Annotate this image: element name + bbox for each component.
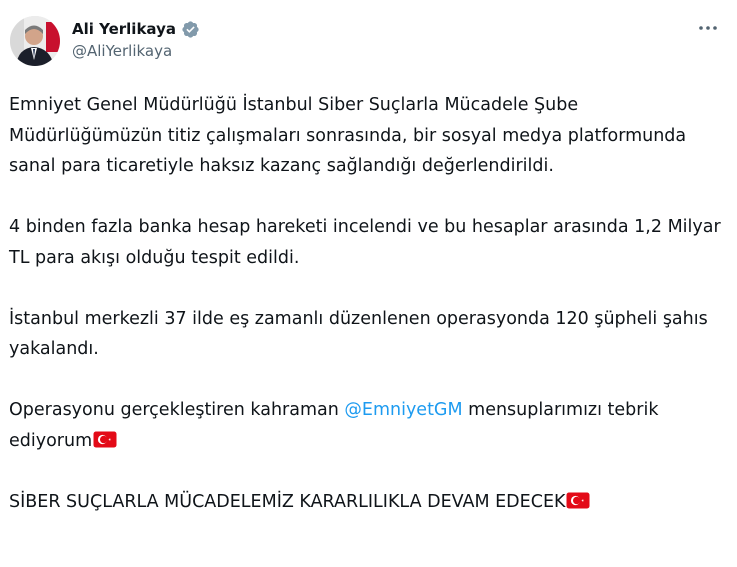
tweet-paragraph-2: 4 binden fazla banka hesap hareketi ince…: [9, 217, 721, 268]
tweet-header: Ali Yerlikaya @AliYerlikaya: [10, 14, 725, 70]
tweet-paragraph-5: SİBER SUÇLARLA MÜCADELEMİZ KARARLILIKLA …: [9, 487, 724, 518]
tweet-body: Emniyet Genel Müdürlüğü İstanbul Siber S…: [9, 90, 724, 517]
display-name-row: Ali Yerlikaya: [72, 18, 200, 40]
mention-link[interactable]: @EmniyetGM: [344, 400, 462, 420]
tweet-paragraph-4: Operasyonu gerçekleştiren kahraman @Emni…: [9, 395, 724, 456]
tweet-paragraph-3: İstanbul merkezli 37 ilde eş zamanlı düz…: [9, 308, 708, 360]
turkey-flag-emoji-icon: [93, 428, 117, 447]
verified-badge-icon: [181, 20, 200, 39]
author-names: Ali Yerlikaya @AliYerlikaya: [72, 18, 200, 60]
display-name[interactable]: Ali Yerlikaya: [72, 20, 176, 38]
more-dots-icon[interactable]: [697, 20, 719, 36]
paragraph-4-text-start: Operasyonu gerçekleştiren kahraman: [9, 400, 345, 420]
tweet-paragraph-1: Emniyet Genel Müdürlüğü İstanbul Siber S…: [9, 95, 687, 176]
avatar[interactable]: [10, 16, 60, 66]
avatar-image: [10, 16, 60, 66]
handle[interactable]: @AliYerlikaya: [72, 42, 200, 60]
paragraph-5-text: SİBER SUÇLARLA MÜCADELEMİZ KARARLILIKLA …: [9, 491, 566, 512]
turkey-flag-emoji-icon: [566, 489, 590, 508]
